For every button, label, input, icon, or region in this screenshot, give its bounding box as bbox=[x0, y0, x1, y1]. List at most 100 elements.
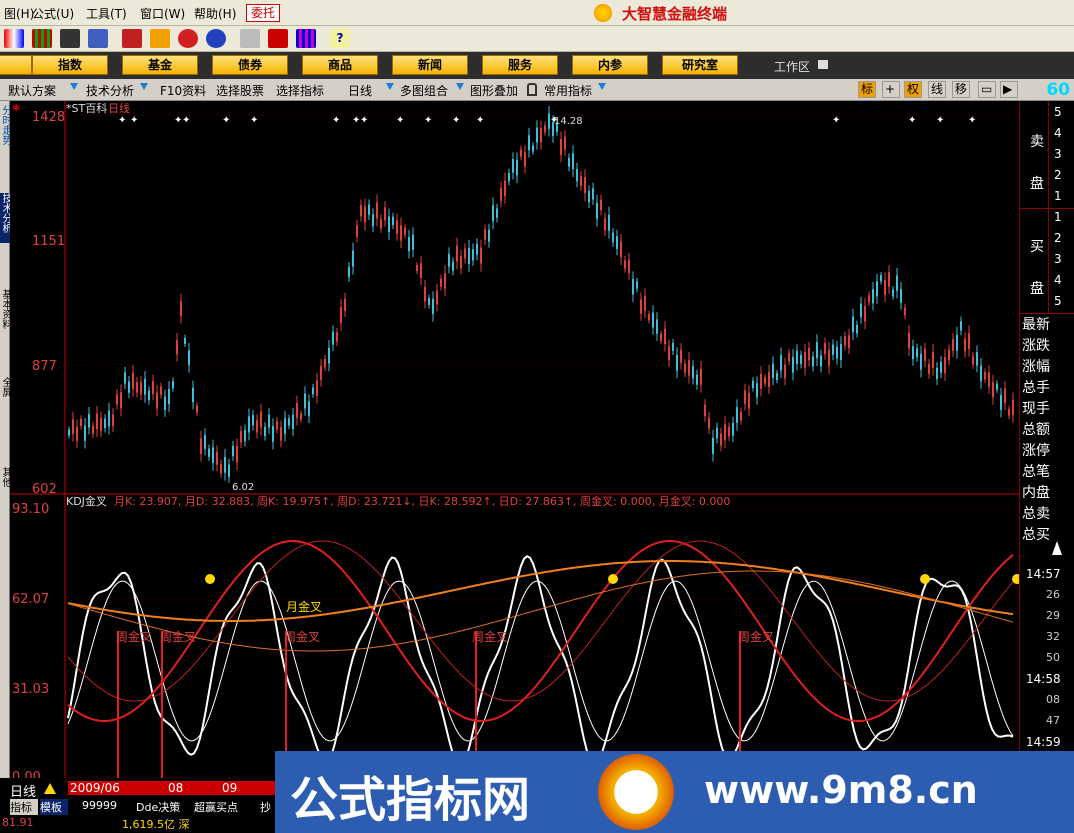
candle-body bbox=[144, 378, 146, 395]
tab-buy-point[interactable]: 超赢买点 bbox=[194, 799, 238, 815]
chart-icon[interactable] bbox=[296, 29, 316, 48]
nav-research[interactable]: 研究室 bbox=[662, 55, 738, 75]
price-label-1151: 1151 bbox=[32, 234, 65, 249]
news-icon[interactable] bbox=[122, 29, 142, 48]
btn-mark[interactable]: 标 bbox=[858, 81, 877, 98]
bottom-period[interactable]: 日线 bbox=[10, 781, 36, 800]
window-icon[interactable] bbox=[268, 29, 288, 48]
field-change-pct: 涨幅 bbox=[1022, 359, 1050, 375]
workarea-label[interactable]: 工作区 bbox=[774, 58, 810, 75]
menu-help2[interactable]: 帮助(H) bbox=[194, 5, 236, 22]
cross-dot-icon bbox=[205, 574, 215, 584]
nav-service[interactable]: 服务 bbox=[482, 55, 558, 75]
tab-indicator[interactable]: 指标 bbox=[10, 799, 38, 815]
btn-move[interactable]: 移 bbox=[952, 81, 971, 98]
signal-star-icon: ✦ bbox=[424, 115, 432, 126]
market-icon[interactable] bbox=[4, 29, 24, 48]
fb-tech-analysis[interactable]: 技术分析 bbox=[86, 82, 134, 99]
menu-tools[interactable]: 工具(T) bbox=[86, 5, 127, 22]
tab-template[interactable]: 模板 bbox=[40, 799, 68, 815]
menu-help[interactable]: 图(H) bbox=[4, 5, 34, 22]
panel-toggle-icon[interactable]: ▶ bbox=[1000, 81, 1018, 98]
tab-99999[interactable]: 99999 bbox=[82, 799, 117, 812]
dropdown-icon[interactable] bbox=[456, 83, 464, 90]
candle-body bbox=[972, 356, 974, 365]
tick-time: 14:57 bbox=[1026, 567, 1061, 581]
candle-body bbox=[512, 159, 514, 173]
nav-fund[interactable]: 基金 bbox=[122, 55, 198, 75]
fb-select-indicator[interactable]: 选择指标 bbox=[276, 82, 324, 99]
candle-body bbox=[988, 372, 990, 387]
candle-body bbox=[108, 410, 110, 427]
nav-index[interactable]: 指数 bbox=[32, 55, 108, 75]
dropdown-icon[interactable] bbox=[70, 83, 78, 90]
candle-body bbox=[228, 464, 230, 477]
fb-common-indicator[interactable]: 常用指标 bbox=[544, 82, 592, 99]
help-icon[interactable]: ? bbox=[330, 29, 350, 48]
crosshair-icon[interactable]: + bbox=[882, 81, 900, 98]
nav-news[interactable]: 新闻 bbox=[392, 55, 468, 75]
circle-blue-icon[interactable] bbox=[206, 29, 226, 48]
fb-multi-chart[interactable]: 多图组合 bbox=[400, 82, 448, 99]
candle-body bbox=[444, 273, 446, 289]
dropdown-icon[interactable] bbox=[598, 83, 606, 90]
candle-body bbox=[792, 356, 794, 373]
nav-stub[interactable] bbox=[0, 55, 32, 75]
watermark-logo-icon bbox=[598, 754, 674, 830]
fb-daily[interactable]: 日线 bbox=[348, 82, 372, 99]
fb-overlay[interactable]: 图形叠加 bbox=[470, 82, 518, 99]
candle-body bbox=[816, 342, 818, 359]
candle-body bbox=[304, 393, 306, 409]
menu-formula[interactable]: 公式(U) bbox=[32, 5, 74, 22]
tab-copy[interactable]: 抄 bbox=[260, 799, 271, 815]
entrust-button[interactable]: 委托 bbox=[246, 4, 281, 22]
candle-body bbox=[612, 232, 614, 243]
candle-body bbox=[656, 319, 658, 334]
dropdown-icon[interactable] bbox=[386, 83, 394, 90]
tab-fullscreen[interactable]: 全屏 bbox=[0, 377, 10, 407]
circle-red-icon[interactable] bbox=[178, 29, 198, 48]
signal-star-icon: ✦ bbox=[182, 115, 190, 126]
candle-body bbox=[948, 349, 950, 361]
price-label-877: 877 bbox=[32, 359, 57, 374]
print-icon[interactable] bbox=[240, 29, 260, 48]
tab-timeshare[interactable]: 分时走势 bbox=[0, 105, 10, 165]
tab-other[interactable]: 其他 bbox=[0, 467, 10, 497]
signal-star-icon: ✦ bbox=[476, 115, 484, 126]
binoculars-icon[interactable] bbox=[60, 29, 80, 48]
btn-line[interactable]: 线 bbox=[928, 81, 947, 98]
window-restore-icon[interactable]: ▭ bbox=[978, 81, 996, 98]
chart-area[interactable]: ✦ ✦ ✦ ✦ ✦ ✦ ✦ ✦ ✦ ✦ ✦ ✦ ✦ ✦ ✦ ✦ ✦ ✦ ✱ *ST百科 日线 1428 1151 … bbox=[10, 101, 1019, 778]
candle-body bbox=[536, 127, 538, 143]
bars-icon[interactable] bbox=[32, 29, 52, 48]
nav-insider[interactable]: 内参 bbox=[572, 55, 648, 75]
candle-body bbox=[844, 336, 846, 346]
candle-body bbox=[464, 248, 466, 259]
tab-dde[interactable]: Dde决策 bbox=[136, 799, 180, 815]
candle-body bbox=[332, 331, 334, 345]
tab-tech-analysis[interactable]: 技术分析 bbox=[0, 193, 10, 243]
fb-default-plan[interactable]: 默认方案 bbox=[8, 82, 56, 99]
candle-body bbox=[452, 261, 454, 271]
candle-body bbox=[748, 393, 750, 409]
fb-select-stock[interactable]: 选择股票 bbox=[216, 82, 264, 99]
candle-body bbox=[576, 169, 578, 182]
dropdown-icon[interactable] bbox=[140, 83, 148, 90]
warning-icon bbox=[44, 783, 56, 794]
diamond-icon[interactable] bbox=[150, 29, 170, 48]
menu-window[interactable]: 窗口(W) bbox=[140, 5, 185, 22]
lock-icon[interactable] bbox=[527, 83, 537, 96]
nav-bond[interactable]: 债券 bbox=[212, 55, 288, 75]
btn-rights[interactable]: 权 bbox=[904, 81, 923, 98]
workarea-dropdown-icon[interactable] bbox=[818, 60, 828, 69]
alarm-icon[interactable] bbox=[88, 29, 108, 48]
fb-f10[interactable]: F10资料 bbox=[160, 82, 206, 99]
candle-body bbox=[700, 368, 702, 385]
nav-commodity[interactable]: 商品 bbox=[302, 55, 378, 75]
candle-body bbox=[336, 332, 338, 342]
index-volume: 1,619.5亿 深 bbox=[122, 818, 190, 831]
candle-body bbox=[984, 371, 986, 380]
candle-body bbox=[768, 372, 770, 387]
tab-fundamentals[interactable]: 基本资料 bbox=[0, 289, 10, 339]
candle-body bbox=[940, 361, 942, 373]
